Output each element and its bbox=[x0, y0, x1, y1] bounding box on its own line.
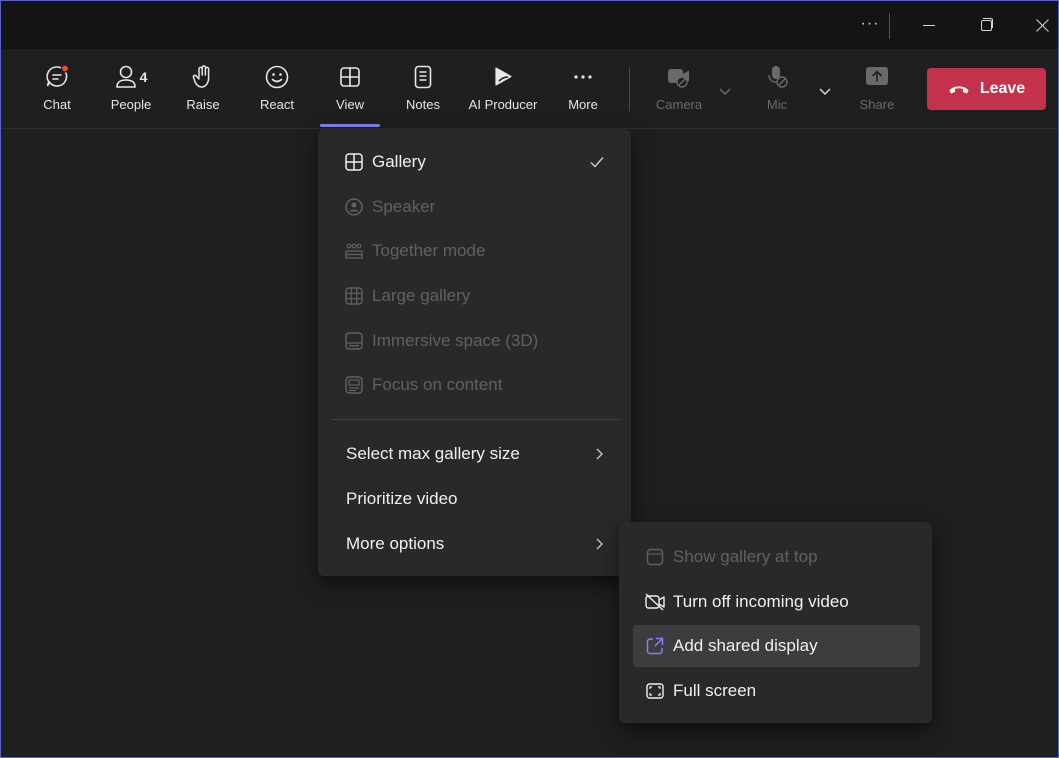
people-count: 4 bbox=[139, 69, 148, 85]
video-off-icon bbox=[643, 590, 667, 614]
chat-icon bbox=[43, 63, 71, 91]
menu-item-large-gallery: Large gallery bbox=[332, 275, 619, 317]
chevron-right-icon bbox=[593, 433, 605, 475]
raise-label: Raise bbox=[186, 97, 220, 112]
menu-item-label: Turn off incoming video bbox=[673, 592, 849, 611]
mic-label: Mic bbox=[766, 97, 788, 112]
menu-item-label: Immersive space (3D) bbox=[372, 331, 539, 350]
minimize-button[interactable] bbox=[917, 15, 941, 35]
menu-item-label: Show gallery at top bbox=[673, 547, 818, 566]
mic-chevron-down-icon[interactable] bbox=[817, 83, 833, 99]
menu-item-gallery[interactable]: Gallery bbox=[332, 141, 619, 183]
share-button[interactable]: Share bbox=[856, 59, 898, 121]
grid-icon bbox=[336, 63, 364, 91]
view-label: View bbox=[336, 97, 364, 112]
menu-item-show-gallery-at-top: Show gallery at top bbox=[633, 536, 920, 578]
restore-button[interactable] bbox=[973, 15, 997, 35]
teams-meeting-window: ··· Chat 4 People Raise React View Notes… bbox=[0, 0, 1059, 758]
close-button[interactable] bbox=[1031, 15, 1055, 37]
menu-item-label: Speaker bbox=[372, 197, 436, 216]
menu-item-label: Large gallery bbox=[372, 286, 471, 305]
more-label: More bbox=[568, 97, 598, 112]
menu-item-label: Focus on content bbox=[372, 375, 503, 394]
menu-item-label: Prioritize video bbox=[346, 489, 458, 508]
menu-item-label: Gallery bbox=[372, 152, 426, 171]
ai-producer-label: AI Producer bbox=[468, 97, 538, 112]
people-button[interactable]: 4 People bbox=[107, 59, 155, 121]
menu-item-speaker: Speaker bbox=[332, 186, 619, 228]
fullscreen-icon bbox=[643, 679, 667, 703]
focus-icon bbox=[342, 373, 366, 397]
menu-item-add-shared-display[interactable]: Add shared display bbox=[633, 625, 920, 667]
menu-item-label: Full screen bbox=[673, 681, 757, 700]
title-separator bbox=[889, 13, 890, 39]
menu-divider bbox=[332, 419, 619, 420]
ai-producer-icon bbox=[489, 63, 517, 91]
menu-item-label: Together mode bbox=[372, 241, 486, 260]
react-label: React bbox=[260, 97, 294, 112]
together-icon bbox=[342, 239, 366, 263]
raise-hand-icon bbox=[189, 63, 217, 91]
immersive-icon bbox=[342, 329, 366, 353]
people-label: People bbox=[110, 97, 152, 112]
mic-button[interactable]: Mic bbox=[757, 59, 797, 121]
view-menu: Gallery Speaker Together mode Large gall… bbox=[318, 129, 631, 576]
title-more-button[interactable]: ··· bbox=[859, 13, 881, 37]
leave-label: Leave bbox=[979, 80, 1026, 97]
menu-item-together-mode: Together mode bbox=[332, 230, 619, 272]
smiley-icon bbox=[263, 63, 291, 91]
ai-producer-button[interactable]: AI Producer bbox=[463, 59, 543, 121]
share-label: Share bbox=[859, 97, 895, 112]
leave-button[interactable]: Leave bbox=[927, 68, 1046, 110]
camera-button[interactable]: Camera bbox=[653, 59, 705, 121]
checkmark-icon bbox=[589, 141, 605, 183]
menu-item-label: Add shared display bbox=[673, 636, 818, 655]
grid-icon bbox=[342, 150, 366, 174]
more-dots-icon bbox=[569, 63, 597, 91]
menu-item-full-screen[interactable]: Full screen bbox=[633, 670, 920, 712]
view-button[interactable]: View bbox=[330, 59, 370, 121]
chevron-right-icon bbox=[593, 523, 605, 565]
menu-item-immersive-space: Immersive space (3D) bbox=[332, 320, 619, 362]
notes-icon bbox=[409, 63, 437, 91]
menu-item-prioritize-video[interactable]: Prioritize video bbox=[332, 478, 619, 520]
menu-item-select-max-gallery-size[interactable]: Select max gallery size bbox=[332, 433, 619, 475]
view-active-indicator bbox=[320, 124, 380, 127]
toolbar-separator bbox=[629, 67, 630, 111]
camera-off-icon bbox=[665, 63, 693, 91]
gallery-top-icon bbox=[643, 545, 667, 569]
phone-hangup-icon bbox=[948, 82, 970, 96]
camera-label: Camera bbox=[655, 97, 703, 112]
notes-label: Notes bbox=[406, 97, 440, 112]
menu-item-more-options[interactable]: More options bbox=[332, 523, 619, 565]
large-grid-icon bbox=[342, 284, 366, 308]
speaker-icon bbox=[342, 195, 366, 219]
chat-label: Chat bbox=[43, 97, 71, 112]
camera-chevron-down-icon[interactable] bbox=[717, 83, 733, 99]
people-icon: 4 bbox=[111, 63, 151, 91]
external-link-icon bbox=[643, 634, 667, 658]
menu-item-turn-off-incoming-video[interactable]: Turn off incoming video bbox=[633, 581, 920, 623]
more-button[interactable]: More bbox=[563, 59, 603, 121]
title-bar: ··· bbox=[1, 1, 1058, 49]
menu-item-label: Select max gallery size bbox=[346, 444, 520, 463]
notes-button[interactable]: Notes bbox=[402, 59, 444, 121]
react-button[interactable]: React bbox=[256, 59, 298, 121]
raise-hand-button[interactable]: Raise bbox=[183, 59, 223, 121]
menu-item-focus-on-content: Focus on content bbox=[332, 364, 619, 406]
menu-item-label: More options bbox=[346, 534, 445, 553]
chat-button[interactable]: Chat bbox=[37, 59, 77, 121]
more-options-submenu: Show gallery at top Turn off incoming vi… bbox=[619, 522, 932, 723]
share-screen-icon bbox=[863, 63, 891, 91]
mic-off-icon bbox=[763, 63, 791, 91]
